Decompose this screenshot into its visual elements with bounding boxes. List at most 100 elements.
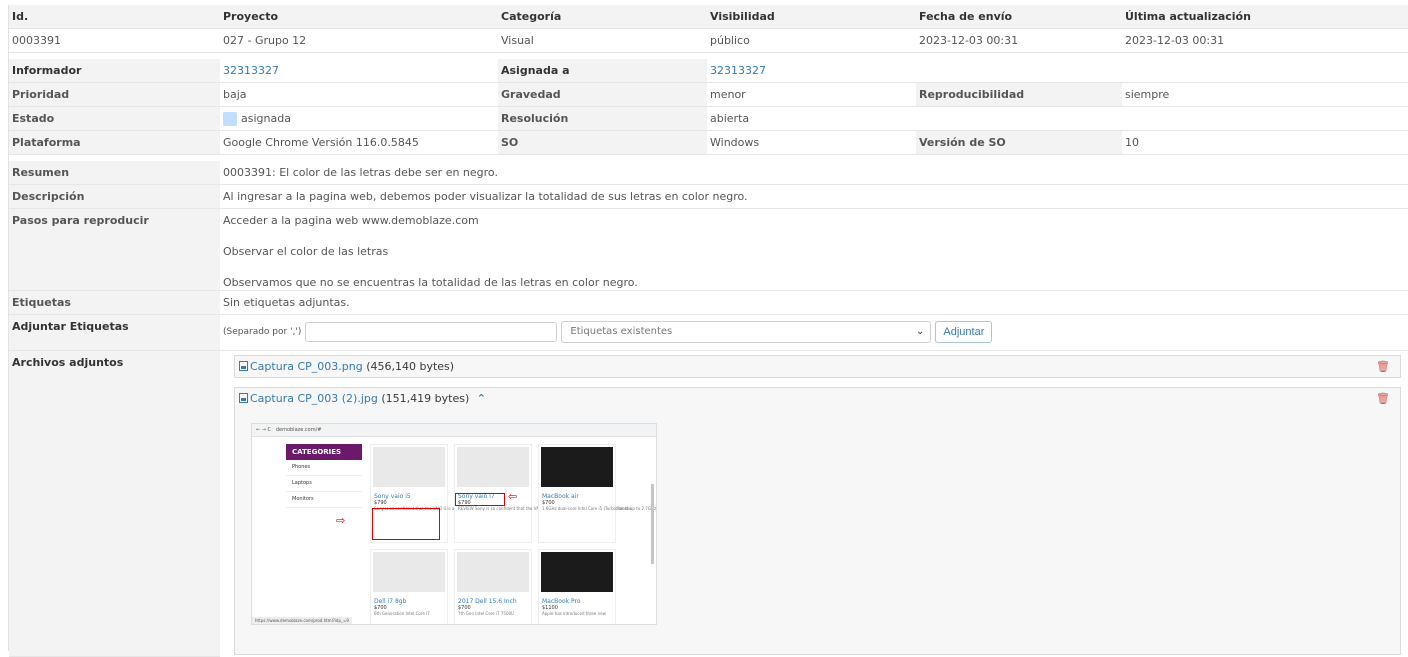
attachment-1-link[interactable]: Captura CP_003.png <box>250 360 363 373</box>
preview-product-name: MacBook air <box>542 493 579 500</box>
asignada-value: 32313327 <box>707 59 916 83</box>
resolucion-label: Resolución <box>498 106 707 131</box>
plataforma-value: Google Chrome Versión 116.0.5845 <box>220 130 498 155</box>
preview-categories: CATEGORIES Phones Laptops Monitors <box>286 444 362 508</box>
estado-label: Estado <box>9 106 220 131</box>
empty-cell <box>916 106 1122 131</box>
asignada-label: Asignada a <box>498 59 707 83</box>
descripcion-label: Descripción <box>9 184 220 209</box>
preview-product-image <box>541 447 613 487</box>
preview-product-name: 2017 Dell 15.6 Inch <box>458 598 517 605</box>
attachment-1-size: (456,140 bytes) <box>366 360 455 373</box>
row-archivos: Archivos adjuntos Captura CP_003.png (45… <box>9 350 1408 657</box>
so-label: SO <box>498 130 707 155</box>
pasos-label: Pasos para reproducir <box>9 208 220 291</box>
informador-label: Informador <box>9 59 220 83</box>
empty-cell <box>916 59 1122 83</box>
informador-link[interactable]: 32313327 <box>223 64 279 77</box>
row-adjuntar-etiquetas: Adjuntar Etiquetas (Separado por ',') Et… <box>9 314 1408 351</box>
gravedad-value: menor <box>707 82 916 107</box>
version-so-label: Versión de SO <box>916 130 1122 155</box>
prioridad-value: baja <box>220 82 498 107</box>
issue-id: 0003391 <box>9 28 220 53</box>
adjuntar-etiquetas-controls: (Separado por ',') Etiquetas existentes … <box>220 314 1408 351</box>
row-informador: Informador 32313327 Asignada a 32313327 <box>9 59 1408 83</box>
header-categoria: Categoría <box>498 5 707 29</box>
existing-tags-value: Etiquetas existentes <box>570 325 673 337</box>
preview-product-image <box>373 552 445 592</box>
highlight-box <box>455 493 505 506</box>
etiquetas-value: Sin etiquetas adjuntas. <box>220 290 1408 315</box>
row-estado: Estado asignada Resolución abierta <box>9 106 1408 131</box>
arrow-right-icon: ⇨ <box>336 514 346 527</box>
preview-product-card: MacBook Pro $1100 Apple has introduced t… <box>538 549 616 624</box>
issue-visibilidad: público <box>707 28 916 53</box>
status-color-badge <box>223 111 237 126</box>
preview-product-card: 2017 Dell 15.6 Inch $700 7th Gen Intel C… <box>454 549 532 624</box>
preview-category: Laptops <box>286 476 362 492</box>
preview-scrollbar <box>651 484 654 564</box>
row-prioridad: Prioridad baja Gravedad menor Reproducib… <box>9 82 1408 107</box>
trash-icon[interactable]: 🗑 <box>1376 392 1390 405</box>
estado-value: asignada <box>220 106 498 131</box>
resolucion-value: abierta <box>707 106 916 131</box>
descripcion-value: Al ingresar a la pagina web, debemos pod… <box>220 184 1408 209</box>
preview-product-desc: 1.6GHz dual-core Intel Core i5 (Turbo Bo… <box>542 506 657 511</box>
issue-categoria: Visual <box>498 28 707 53</box>
header-values-row: 0003391 027 - Grupo 12 Visual público 20… <box>9 28 1408 53</box>
adjuntar-button[interactable]: Adjuntar <box>935 320 993 343</box>
resumen-value: 0003391: El color de las letras debe ser… <box>220 161 1408 185</box>
resumen-label: Resumen <box>9 161 220 185</box>
empty-cell <box>1122 59 1408 83</box>
separator-hint: (Separado por ',') <box>223 326 302 337</box>
preview-product-desc: Apple has introduced three new <box>542 611 606 616</box>
browser-address-bar: ← → C demoblaze.com/# <box>252 424 656 437</box>
tag-input[interactable] <box>305 321 558 342</box>
issue-table: Id. Proyecto Categoría Visibilidad Fecha… <box>9 5 1408 657</box>
gravedad-label: Gravedad <box>498 82 707 107</box>
informador-value: 32313327 <box>220 59 498 83</box>
asignada-link[interactable]: 32313327 <box>710 64 766 77</box>
highlight-box <box>372 508 440 540</box>
attachment-1-header: Captura CP_003.png (456,140 bytes) <box>235 356 1400 377</box>
paso-1: Acceder a la pagina web www.demoblaze.co… <box>223 214 479 227</box>
preview-category: Monitors <box>286 492 362 508</box>
attachment-2-header: Captura CP_003 (2).jpg (151,419 bytes) ⌃ <box>235 388 1400 409</box>
adjuntar-etiquetas-label: Adjuntar Etiquetas <box>9 314 220 351</box>
attachment-1: Captura CP_003.png (456,140 bytes) 🗑 <box>234 355 1401 378</box>
header-ultima-actualizacion: Última actualización <box>1122 5 1408 29</box>
preview-product-image <box>373 447 445 487</box>
reproducibilidad-value: siempre <box>1122 82 1408 107</box>
chevron-down-icon: ⌄ <box>916 325 925 337</box>
so-value: Windows <box>707 130 916 155</box>
preview-product-image <box>457 552 529 592</box>
preview-product-name: MacBook Pro <box>542 598 581 605</box>
preview-product-name: Dell i7 8gb <box>374 598 407 605</box>
trash-icon[interactable]: 🗑 <box>1376 360 1390 373</box>
preview-product-name: Sony vaio i5 <box>374 493 411 500</box>
preview-product-image <box>457 447 529 487</box>
archivos-label: Archivos adjuntos <box>9 350 220 657</box>
empty-cell <box>1122 106 1408 131</box>
preview-status-url: https://www.demoblaze.com/prod.html?idp_… <box>252 617 352 624</box>
etiquetas-label: Etiquetas <box>9 290 220 315</box>
existing-tags-select[interactable]: Etiquetas existentes ⌄ <box>561 320 932 343</box>
plataforma-label: Plataforma <box>9 130 220 155</box>
image-file-icon <box>239 361 248 371</box>
archivos-list: Captura CP_003.png (456,140 bytes) 🗑 Cap… <box>220 351 1408 657</box>
preview-product-desc: REVIEW Sony is so confident that the VAI… <box>458 506 632 511</box>
preview-product-desc: 7th Gen Intel Core i7 7500U <box>458 611 514 616</box>
image-file-icon <box>239 393 248 403</box>
row-resumen: Resumen 0003391: El color de las letras … <box>9 161 1408 185</box>
chevron-up-icon[interactable]: ⌃ <box>477 392 486 405</box>
preview-product-image <box>541 552 613 592</box>
attachment-image-preview[interactable]: ← → C demoblaze.com/# CATEGORIES Phones … <box>251 423 657 625</box>
attachment-2-link[interactable]: Captura CP_003 (2).jpg <box>250 392 378 405</box>
preview-product-card: MacBook air $700 1.6GHz dual-core Intel … <box>538 444 657 543</box>
preview-categories-title: CATEGORIES <box>286 444 362 460</box>
arrow-left-icon: ⇦ <box>508 490 518 503</box>
prioridad-label: Prioridad <box>9 82 220 107</box>
row-etiquetas: Etiquetas Sin etiquetas adjuntas. <box>9 290 1408 315</box>
estado-text: asignada <box>241 111 291 125</box>
header-row: Id. Proyecto Categoría Visibilidad Fecha… <box>9 5 1408 29</box>
